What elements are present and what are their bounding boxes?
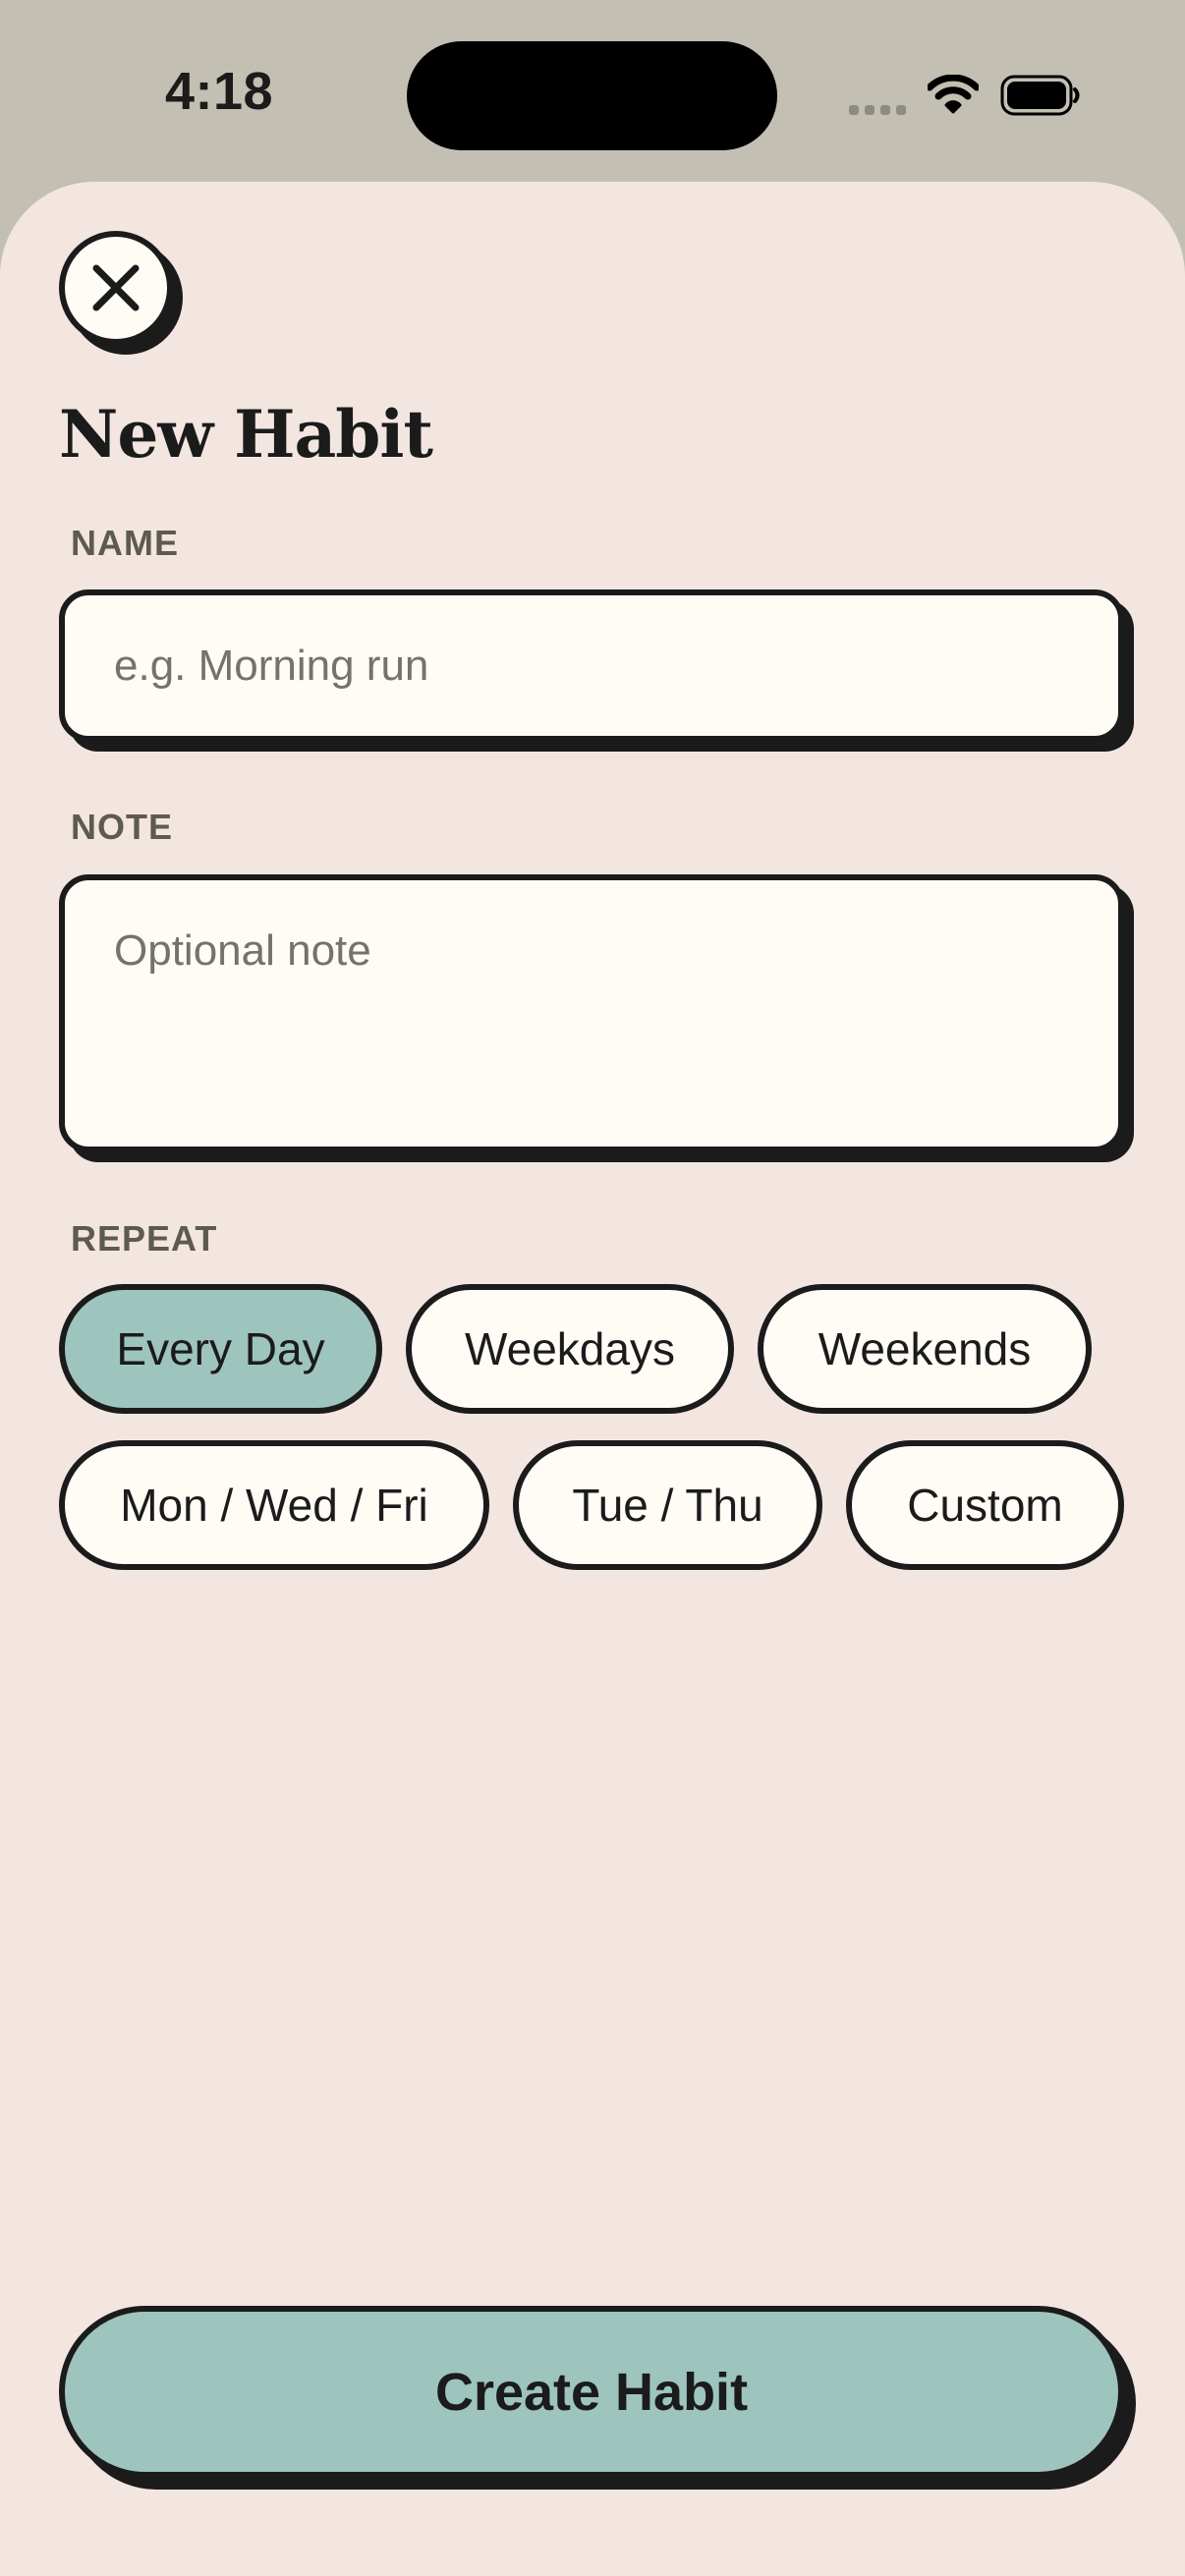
name-input[interactable] [59, 589, 1124, 742]
repeat-option-weekends[interactable]: Weekends [758, 1284, 1092, 1414]
repeat-option-weekdays[interactable]: Weekdays [406, 1284, 734, 1414]
cellular-signal-icon [849, 105, 908, 115]
new-habit-sheet: New Habit NAME NOTE REPEAT Every Day Wee… [0, 182, 1185, 2576]
name-label: NAME [71, 523, 179, 563]
note-input[interactable] [59, 874, 1124, 1152]
status-time: 4:18 [165, 62, 274, 121]
create-habit-button[interactable]: Create Habit [59, 2306, 1124, 2478]
battery-icon [1000, 75, 1080, 116]
dynamic-island [407, 41, 777, 150]
repeat-option-tue-thu[interactable]: Tue / Thu [513, 1440, 822, 1570]
repeat-option-custom[interactable]: Custom [846, 1440, 1124, 1570]
wifi-icon [928, 75, 979, 114]
note-label: NOTE [71, 807, 174, 847]
page-title: New Habit [59, 396, 433, 473]
repeat-option-mon-wed-fri[interactable]: Mon / Wed / Fri [59, 1440, 489, 1570]
repeat-label: REPEAT [71, 1218, 218, 1259]
close-button[interactable] [59, 231, 173, 345]
close-icon [92, 264, 140, 311]
repeat-option-every-day[interactable]: Every Day [59, 1284, 382, 1414]
